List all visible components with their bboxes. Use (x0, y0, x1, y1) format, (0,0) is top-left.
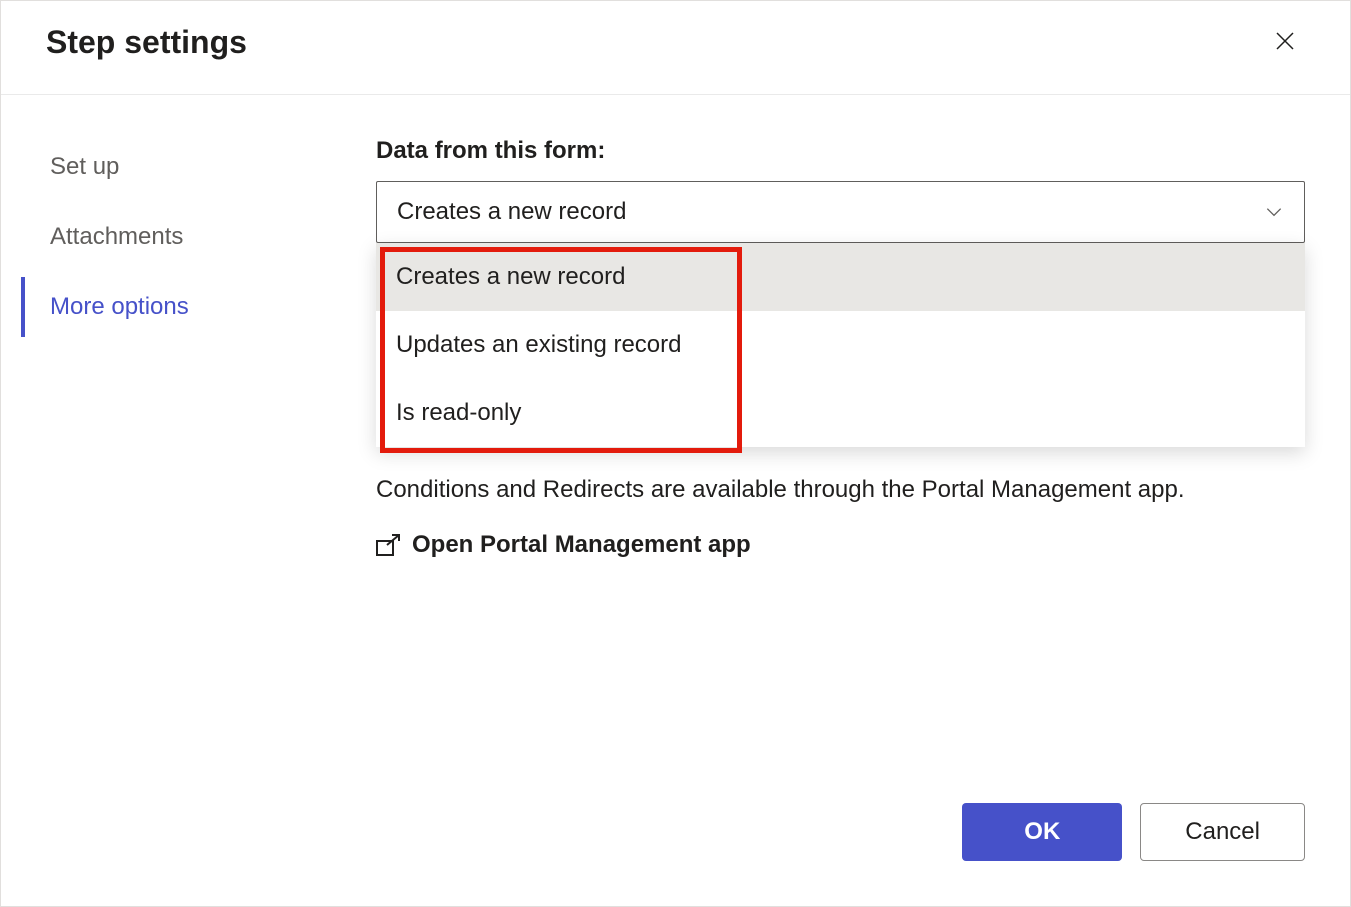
dialog-footer: OK Cancel (1, 783, 1350, 906)
step-settings-dialog: Step settings Set up Attachments More op… (0, 0, 1351, 907)
external-link-icon (376, 534, 400, 556)
main-content: Data from this form: Creates a new recor… (346, 137, 1350, 783)
hint-text: Conditions and Redirects are available t… (376, 473, 1305, 507)
dialog-header: Step settings (1, 1, 1350, 95)
dropdown-option-updates-existing[interactable]: Updates an existing record (376, 311, 1305, 379)
open-portal-management-link[interactable]: Open Portal Management app (376, 531, 1305, 559)
select-value: Creates a new record (397, 198, 626, 226)
dropdown-option-creates-new[interactable]: Creates a new record (376, 243, 1305, 311)
chevron-down-icon (1264, 202, 1284, 222)
data-from-form-label: Data from this form: (376, 137, 1305, 165)
sidebar-item-setup[interactable]: Set up (21, 137, 346, 197)
dropdown-option-read-only[interactable]: Is read-only (376, 379, 1305, 447)
ok-button[interactable]: OK (962, 803, 1122, 861)
sidebar-item-attachments[interactable]: Attachments (21, 207, 346, 267)
data-from-form-select-wrapper: Creates a new record Creates a new recor… (376, 181, 1305, 243)
settings-sidebar: Set up Attachments More options (1, 137, 346, 783)
dialog-body: Set up Attachments More options Data fro… (1, 95, 1350, 783)
dialog-title: Step settings (46, 24, 247, 61)
data-from-form-dropdown: Creates a new record Updates an existing… (376, 243, 1305, 447)
cancel-button[interactable]: Cancel (1140, 803, 1305, 861)
data-from-form-select[interactable]: Creates a new record (376, 181, 1305, 243)
close-button[interactable] (1265, 21, 1305, 64)
close-icon (1273, 29, 1297, 53)
sidebar-item-more-options[interactable]: More options (21, 277, 346, 337)
open-portal-management-label: Open Portal Management app (412, 531, 751, 559)
